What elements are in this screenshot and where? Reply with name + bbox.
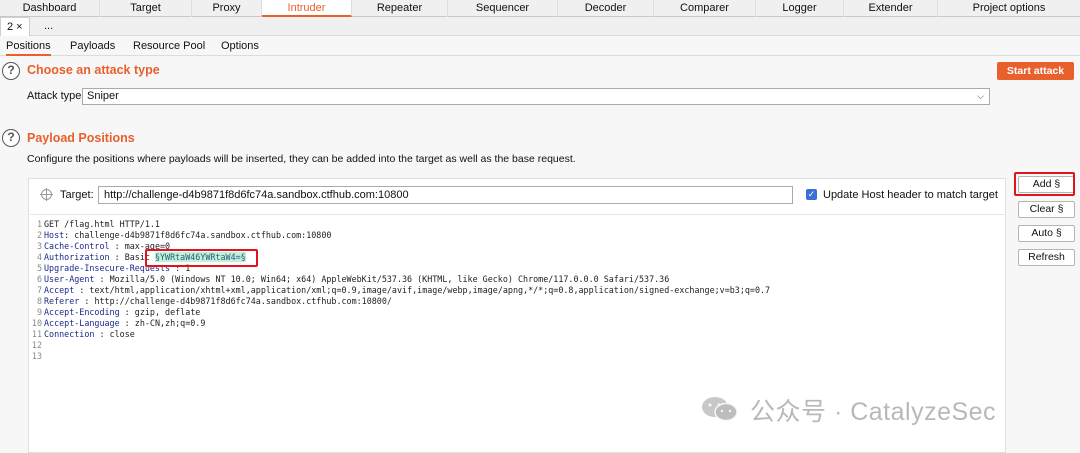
chevron-down-icon: ⌵ — [977, 91, 984, 101]
attack-type-title: Choose an attack type — [27, 63, 160, 77]
tab-options[interactable]: Options — [221, 36, 259, 56]
attack-type-value: Sniper — [87, 90, 119, 102]
target-label: Target: — [60, 189, 94, 201]
tab-proxy[interactable]: Proxy — [192, 0, 262, 17]
main-tab-bar: Dashboard Target Proxy Intruder Repeater… — [0, 0, 1080, 17]
request-line[interactable]: 2 Host: challenge-d4b9871f8d6fc74a.sandbo… — [30, 230, 331, 241]
target-url-input[interactable]: http://challenge-d4b9871f8d6fc74a.sandbo… — [98, 186, 793, 204]
payload-highlight-box — [145, 249, 258, 267]
request-line[interactable]: 9 Accept-Encoding : gzip, deflate — [30, 307, 200, 318]
tab-positions[interactable]: Positions — [6, 36, 51, 56]
watermark-text: 公众号 · CatalyzeSec — [750, 398, 997, 426]
request-line[interactable]: 10 Accept-Language : zh-CN,zh;q=0.9 — [30, 318, 205, 329]
update-host-label: Update Host header to match target — [823, 189, 998, 201]
tab-repeater[interactable]: Repeater — [352, 0, 448, 17]
tab-project-options[interactable]: Project options — [938, 0, 1080, 17]
tab-intruder[interactable]: Intruder — [262, 0, 352, 17]
intruder-sub-tabs: Positions Payloads Resource Pool Options — [0, 36, 1080, 56]
payload-positions-title: Payload Positions — [27, 131, 135, 145]
attack-type-select[interactable]: Sniper ⌵ — [82, 88, 990, 105]
request-line[interactable]: 13 — [30, 351, 44, 362]
tab-target[interactable]: Target — [100, 0, 192, 17]
help-icon[interactable]: ? — [2, 62, 20, 80]
tab-resource-pool[interactable]: Resource Pool — [133, 36, 205, 56]
tab-dashboard[interactable]: Dashboard — [0, 0, 100, 17]
tab-payloads[interactable]: Payloads — [70, 36, 115, 56]
request-line[interactable]: 11 Connection : close — [30, 329, 135, 340]
add-button-highlight-box — [1014, 172, 1075, 196]
help-icon[interactable]: ? — [2, 129, 20, 147]
tab-sequencer[interactable]: Sequencer — [448, 0, 558, 17]
intruder-tab-2[interactable]: 2 × — [0, 17, 30, 36]
attack-type-label: Attack type: — [27, 90, 85, 102]
wechat-icon — [702, 397, 738, 422]
clear-marker-button[interactable]: Clear § — [1018, 201, 1075, 218]
request-line[interactable]: 8 Referer : http://challenge-d4b9871f8d6f… — [30, 296, 392, 307]
tab-decoder[interactable]: Decoder — [558, 0, 654, 17]
request-line[interactable]: 1 GET /flag.html HTTP/1.1 — [30, 219, 160, 230]
payload-positions-description: Configure the positions where payloads w… — [27, 153, 576, 165]
intruder-tab-more[interactable]: ... — [38, 17, 59, 36]
request-line[interactable]: 6 User-Agent : Mozilla/5.0 (Windows NT 10… — [30, 274, 669, 285]
tab-extender[interactable]: Extender — [844, 0, 938, 17]
intruder-instance-tabs: 2 × ... — [0, 17, 1080, 36]
update-host-checkbox[interactable]: ✓ — [806, 189, 817, 200]
request-line[interactable]: 7 Accept : text/html,application/xhtml+xm… — [30, 285, 770, 296]
start-attack-button[interactable]: Start attack — [997, 62, 1074, 80]
editor-divider — [30, 214, 1006, 215]
target-crosshair-icon — [40, 188, 53, 201]
tab-comparer[interactable]: Comparer — [654, 0, 756, 17]
tab-logger[interactable]: Logger — [756, 0, 844, 17]
auto-marker-button[interactable]: Auto § — [1018, 225, 1075, 242]
request-line[interactable]: 12 — [30, 340, 44, 351]
refresh-button[interactable]: Refresh — [1018, 249, 1075, 266]
